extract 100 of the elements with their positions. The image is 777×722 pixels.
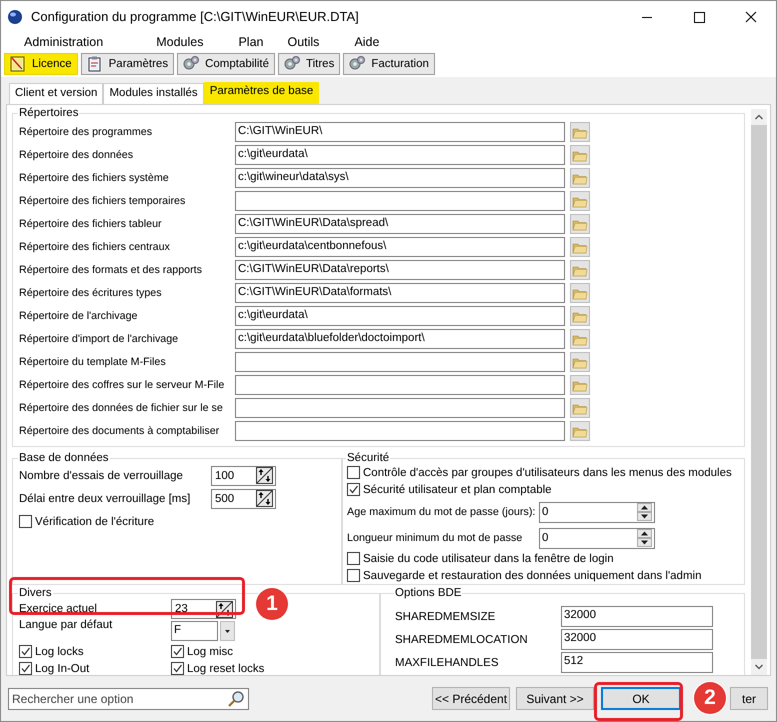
field-label: Répertoire des fichiers tableur xyxy=(19,218,163,230)
path-field[interactable] xyxy=(235,398,565,418)
path-field[interactable]: C:\GIT\WinEUR\ xyxy=(235,122,565,142)
field-label: Répertoire des formats et des rapports xyxy=(19,264,203,276)
path-field[interactable]: C:\GIT\WinEUR\Data\spread\ xyxy=(235,214,565,234)
toolbar-button[interactable]: Titres xyxy=(278,53,340,75)
tab[interactable]: Modules installés xyxy=(103,83,204,104)
checkbox-label: Saisie du code utilisateur dans la fenêtre de login xyxy=(363,552,614,564)
dropdown-field[interactable]: F xyxy=(171,621,218,641)
browse-button[interactable] xyxy=(570,374,590,394)
spinner-arrows-icon[interactable] xyxy=(637,529,652,547)
step-badge: 2 xyxy=(694,682,726,714)
dialog-button[interactable]: OK xyxy=(601,687,681,710)
field-label: Délai entre deux verrouillage [ms] xyxy=(19,492,192,504)
field-label: Répertoire des documents à comptabiliser xyxy=(19,424,220,436)
number-field[interactable]: 0 xyxy=(539,502,655,522)
path-field[interactable] xyxy=(235,352,565,372)
field-label: Répertoire des fichiers temporaires xyxy=(19,194,186,206)
menu-item[interactable]: Modules xyxy=(156,34,204,48)
spinner-arrows-icon[interactable] xyxy=(637,503,652,521)
browse-button[interactable] xyxy=(570,260,590,280)
tab[interactable]: Paramètres de base xyxy=(204,82,320,104)
browse-button[interactable] xyxy=(570,236,590,256)
field-label: Répertoire des écritures types xyxy=(19,286,163,298)
toolbar-button[interactable]: Paramètres xyxy=(80,53,174,75)
dropdown-button[interactable] xyxy=(220,621,235,641)
checkbox[interactable] xyxy=(171,662,184,675)
tab[interactable]: Client et version xyxy=(9,83,104,104)
text-field[interactable]: 32000 xyxy=(561,629,713,650)
path-field[interactable]: c:\git\eurdata\bluefolder\doctoimport\ xyxy=(235,328,565,348)
checkbox-label: Log In-Out xyxy=(35,662,90,674)
group-title: Options BDE xyxy=(394,587,462,599)
checkbox[interactable] xyxy=(347,466,360,479)
menu-item[interactable]: Aide xyxy=(354,34,380,48)
checkbox[interactable] xyxy=(19,515,32,528)
checkbox-label: Sauvegarde et restauration des données uniquement dans l'admin xyxy=(363,570,702,582)
field-label: Répertoire des fichiers système xyxy=(19,172,170,184)
checkbox-label: Log locks xyxy=(35,646,84,658)
notepad-icon xyxy=(9,55,27,73)
dialog-button[interactable]: Suivant >> xyxy=(516,687,594,710)
spin-button[interactable] xyxy=(256,490,273,507)
checkbox[interactable] xyxy=(347,552,360,565)
field-label: Répertoire des coffres sur le serveur M-File xyxy=(19,378,226,390)
path-field[interactable]: C:\GIT\WinEUR\Data\formats\ xyxy=(235,282,565,302)
toolbar-button[interactable]: Facturation xyxy=(343,53,435,75)
checkbox-label: Log reset locks xyxy=(187,662,264,674)
browse-button[interactable] xyxy=(570,144,590,164)
checkbox-label: Contrôle d'accès par groupes d'utilisateurs dans les menus des modules xyxy=(363,466,732,478)
path-field[interactable]: c:\git\wineur\data\sys\ xyxy=(235,168,565,188)
path-field[interactable]: c:\git\eurdata\centbonnefous\ xyxy=(235,236,565,256)
path-field[interactable]: c:\git\eurdata\ xyxy=(235,306,565,326)
menu-item[interactable]: Outils xyxy=(287,34,320,48)
field-label: Répertoire de l'archivage xyxy=(19,310,138,322)
browse-button[interactable] xyxy=(570,168,590,188)
browse-button[interactable] xyxy=(570,190,590,210)
search-icon xyxy=(227,690,245,708)
browse-button[interactable] xyxy=(570,214,590,234)
checkbox[interactable] xyxy=(171,645,184,658)
dialog-button[interactable]: ter xyxy=(730,687,768,710)
browse-button[interactable] xyxy=(570,420,590,440)
group-title: Répertoires xyxy=(18,107,80,119)
window-title: Configuration du programme [C:\GIT\WinEUR\EUR.DTA] xyxy=(31,9,360,24)
checkbox[interactable] xyxy=(19,662,32,675)
toolbar-button[interactable]: Licence xyxy=(4,53,78,75)
field-label: Répertoire des données xyxy=(19,148,134,160)
checkbox-label: Log misc xyxy=(187,646,234,658)
field-label: MAXFILEHANDLES xyxy=(395,656,500,668)
number-field[interactable]: 100 xyxy=(211,466,276,486)
search-field[interactable]: Rechercher une option xyxy=(8,688,249,710)
menu-item[interactable]: Plan xyxy=(238,34,264,48)
text-field[interactable]: 32000 xyxy=(561,606,713,627)
dialog-button[interactable]: << Précédent xyxy=(432,687,510,710)
path-field[interactable] xyxy=(235,374,565,394)
checkbox[interactable] xyxy=(347,569,360,582)
checkbox-label: Sécurité utilisateur et plan comptable xyxy=(363,484,552,496)
browse-button[interactable] xyxy=(570,306,590,326)
browse-button[interactable] xyxy=(570,398,590,418)
field-label: Répertoire des fichiers centraux xyxy=(19,240,171,252)
field-label: SHAREDMEMLOCATION xyxy=(395,634,529,646)
number-field[interactable]: 0 xyxy=(539,528,655,548)
checkbox[interactable] xyxy=(19,645,32,658)
browse-button[interactable] xyxy=(570,282,590,302)
text-field[interactable]: 512 xyxy=(561,652,713,673)
browse-button[interactable] xyxy=(570,328,590,348)
group-title: Sécurité xyxy=(346,452,390,464)
path-field[interactable] xyxy=(235,190,565,210)
browse-button[interactable] xyxy=(570,122,590,142)
group-title: Divers xyxy=(18,587,53,599)
browse-button[interactable] xyxy=(570,352,590,372)
menu-item[interactable]: Administration xyxy=(24,34,104,48)
field-label: Répertoire d'import de l'archivage xyxy=(19,332,180,344)
path-field[interactable]: C:\GIT\WinEUR\Data\reports\ xyxy=(235,260,565,280)
app-icon xyxy=(7,8,23,24)
field-label: Répertoire des programmes xyxy=(19,126,154,138)
toolbar-button[interactable]: Comptabilité xyxy=(177,53,275,75)
checkbox[interactable] xyxy=(347,483,360,496)
path-field[interactable] xyxy=(235,420,565,440)
number-field[interactable]: 500 xyxy=(211,488,276,508)
spin-button[interactable] xyxy=(256,467,273,484)
path-field[interactable]: c:\git\eurdata\ xyxy=(235,144,565,164)
